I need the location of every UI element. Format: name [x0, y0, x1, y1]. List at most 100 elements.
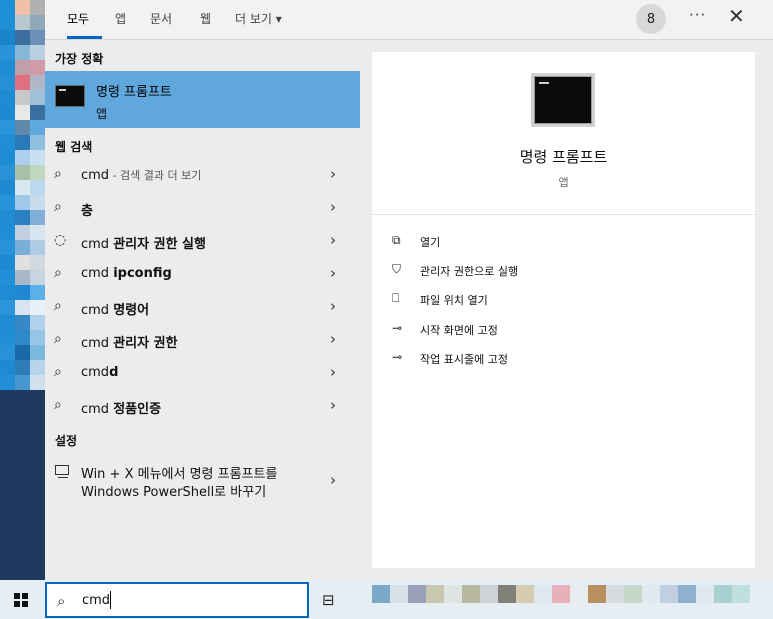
action-pin-to-start[interactable]: ⊸ 시작 화면에 고정 [392, 320, 692, 342]
search-icon: ⌕ [54, 166, 62, 182]
taskbar-app-icon[interactable] [480, 585, 498, 603]
close-icon[interactable]: ✕ [728, 4, 745, 28]
web-result-row[interactable]: ⌕ cmd 정품인증 › [45, 390, 360, 423]
taskbar-app-icon[interactable] [390, 585, 408, 603]
tab-apps[interactable]: 앱 [115, 10, 126, 27]
search-icon: ⌕ [54, 331, 62, 347]
action-label: 작업 표시줄에 고정 [420, 353, 508, 366]
web-result-prefix: cmd [81, 336, 114, 351]
web-result-suffix: - 검색 결과 더 보기 [109, 169, 202, 182]
start-menu: 모두 앱 문서 웹 더 보기 ▾ 8 ··· ✕ 가장 정확 명령 프롬프트 앱… [45, 0, 773, 580]
web-result-prefix: cmd [81, 402, 114, 417]
search-icon: ⌕ [54, 397, 62, 413]
detail-pane: 명령 프롬프트 앱 ⧉ 열기 ⛉ 관리자 권한으로 실행 ⎕ 파일 위치 열기 … [372, 52, 755, 568]
shield-icon: ⛉ [392, 262, 402, 276]
chat-icon: ◌ [54, 232, 67, 248]
chevron-right-icon[interactable]: › [330, 297, 336, 315]
web-result-bold: 층 [81, 204, 93, 219]
windows-start-icon[interactable] [14, 593, 28, 607]
taskbar-app-icon[interactable] [732, 585, 750, 603]
taskbar-app-icon[interactable] [408, 585, 426, 603]
taskbar-app-icon[interactable] [462, 585, 480, 603]
web-result-row[interactable]: ⌕ cmdd › [45, 357, 360, 390]
divider [372, 214, 755, 215]
settings-heading: 설정 [55, 434, 78, 448]
web-result-prefix: cmd [81, 168, 110, 183]
best-match-name: 명령 프롬프트 [96, 85, 172, 100]
action-run-as-admin[interactable]: ⛉ 관리자 권한으로 실행 [392, 261, 692, 283]
action-label: 관리자 권한으로 실행 [420, 265, 519, 278]
search-icon: ⌕ [54, 364, 62, 380]
taskbar-app-icon[interactable] [696, 585, 714, 603]
search-input[interactable]: cmd [82, 593, 110, 608]
chevron-right-icon[interactable]: › [330, 165, 336, 183]
web-result-bold: 정품인증 [113, 402, 162, 417]
taskbar-app-icon[interactable] [714, 585, 732, 603]
command-prompt-icon [55, 85, 85, 107]
action-pin-to-taskbar[interactable]: ⊸ 작업 표시줄에 고정 [392, 349, 692, 371]
taskbar-app-icon[interactable] [678, 585, 696, 603]
pin-icon: ⊸ [392, 321, 403, 335]
taskbar-app-icon[interactable] [552, 585, 570, 603]
settings-result[interactable]: Win + X 메뉴에서 명령 프롬프트를 Windows PowerShell… [45, 457, 360, 507]
best-match-kind: 앱 [96, 107, 108, 121]
taskbar-search-box[interactable]: ⌕ cmd [45, 582, 309, 618]
web-result-row[interactable]: ⌕ cmd 관리자 권한 › [45, 324, 360, 357]
taskbar-app-icon[interactable] [606, 585, 624, 603]
chevron-right-icon[interactable]: › [330, 198, 336, 216]
tab-documents[interactable]: 문서 [150, 10, 172, 27]
action-open[interactable]: ⧉ 열기 [392, 232, 692, 254]
settings-result-line1: Win + X 메뉴에서 명령 프롬프트를 [81, 467, 278, 482]
web-result-prefix: cmd [81, 266, 114, 281]
taskbar-app-icon[interactable] [570, 585, 588, 603]
search-icon: ⌕ [54, 265, 62, 281]
desktop-background [0, 0, 45, 580]
tab-all[interactable]: 모두 [67, 10, 89, 27]
taskbar-app-icon[interactable] [444, 585, 462, 603]
pin-icon: ⊸ [392, 350, 403, 364]
tab-more[interactable]: 더 보기 ▾ [235, 10, 282, 27]
taskbar-app-icon[interactable] [642, 585, 660, 603]
search-icon: ⌕ [57, 592, 66, 610]
web-result-bold: 명령어 [113, 303, 150, 318]
chevron-right-icon[interactable]: › [330, 264, 336, 282]
file-location-icon: ⎕ [392, 291, 400, 305]
taskbar-app-icon[interactable] [516, 585, 534, 603]
taskbar-app-icon[interactable] [624, 585, 642, 603]
chevron-right-icon[interactable]: › [330, 363, 336, 381]
action-label: 열기 [420, 236, 441, 249]
web-result-row[interactable]: ◌ cmd 관리자 권한 실행 › [45, 225, 360, 258]
web-result-bold: d [109, 365, 119, 380]
taskbar-app-icon[interactable] [498, 585, 516, 603]
chevron-right-icon[interactable]: › [330, 231, 336, 249]
web-result-bold: ipconfig [113, 266, 172, 281]
web-result-row[interactable]: ⌕ cmd 명령어 › [45, 291, 360, 324]
taskbar-app-icon[interactable] [534, 585, 552, 603]
tab-web[interactable]: 웹 [200, 10, 211, 27]
web-search-heading: 웹 검색 [55, 140, 93, 154]
more-options-icon[interactable]: ··· [689, 6, 706, 24]
task-view-icon[interactable]: ⊟ [322, 591, 335, 609]
taskbar-app-icons [372, 585, 750, 615]
chevron-right-icon[interactable]: › [330, 471, 336, 489]
taskbar: ⌕ cmd ⊟ [0, 580, 773, 619]
best-match-result[interactable]: 명령 프롬프트 앱 [45, 71, 360, 128]
chevron-right-icon[interactable]: › [330, 330, 336, 348]
taskbar-app-icon[interactable] [426, 585, 444, 603]
web-result-row[interactable]: ⌕ 층 › [45, 192, 360, 225]
rewards-badge[interactable]: 8 [636, 4, 666, 34]
settings-result-line2: Windows PowerShell로 바꾸기 [81, 485, 267, 500]
detail-kind: 앱 [558, 176, 569, 189]
web-result-row[interactable]: ⌕ cmd ipconfig › [45, 258, 360, 291]
web-result-bold: 관리자 권한 실행 [113, 237, 206, 252]
detail-title: 명령 프롬프트 [519, 148, 608, 166]
action-open-file-location[interactable]: ⎕ 파일 위치 열기 [392, 290, 692, 312]
chevron-right-icon[interactable]: › [330, 396, 336, 414]
taskbar-app-icon[interactable] [660, 585, 678, 603]
text-cursor [110, 591, 111, 609]
action-label: 파일 위치 열기 [420, 294, 488, 307]
web-result-row[interactable]: ⌕ cmd - 검색 결과 더 보기 › [45, 159, 360, 192]
taskbar-app-icon[interactable] [588, 585, 606, 603]
taskbar-app-icon[interactable] [372, 585, 390, 603]
search-tabs: 모두 앱 문서 웹 더 보기 ▾ 8 ··· ✕ [45, 0, 773, 40]
